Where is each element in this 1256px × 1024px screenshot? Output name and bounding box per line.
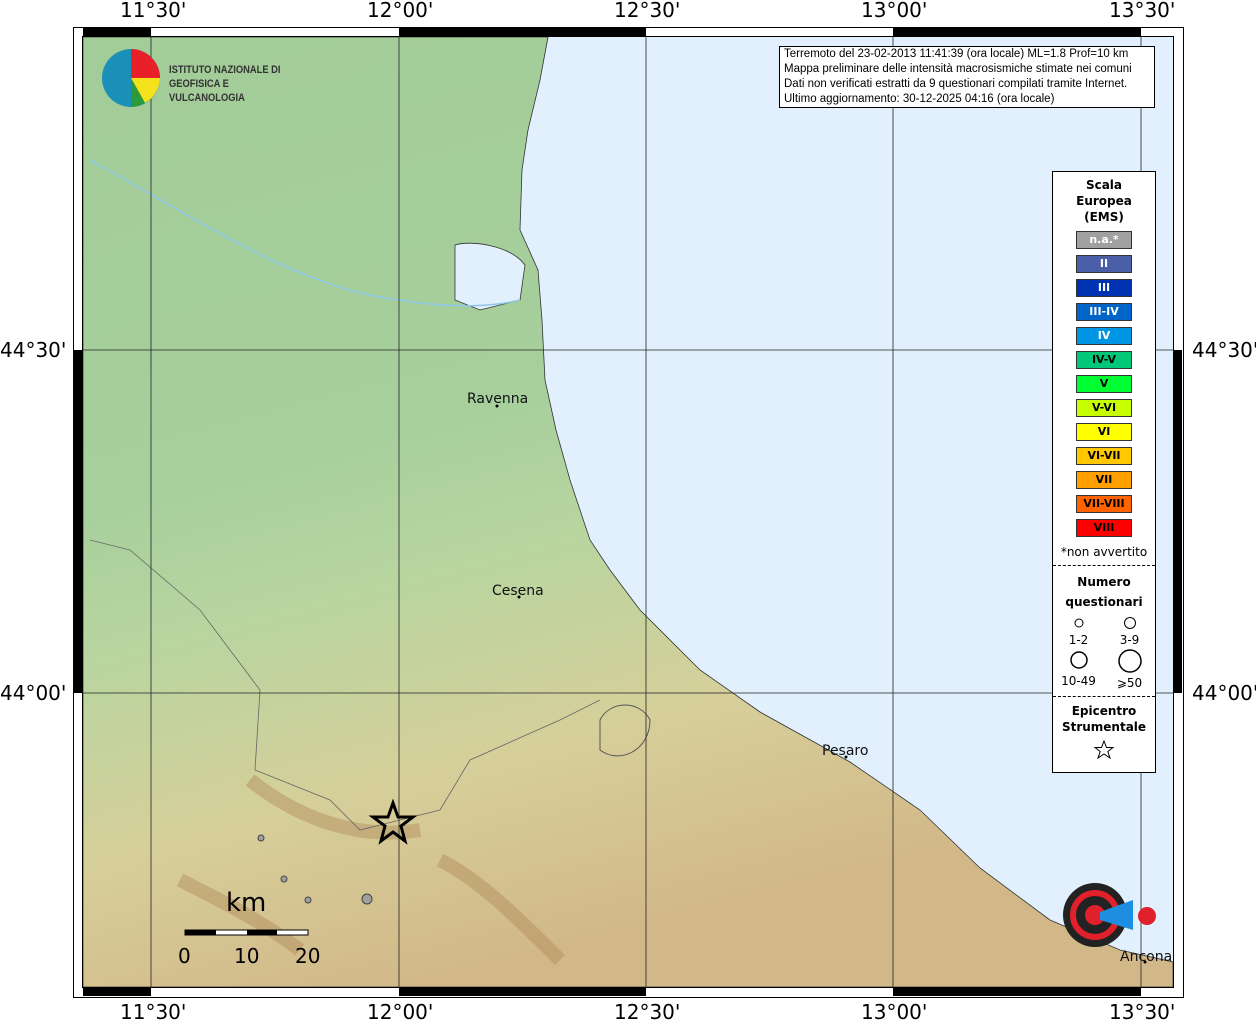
count-label: 3-9 bbox=[1119, 633, 1140, 647]
city-label-ancona: Ancona bbox=[1120, 949, 1173, 965]
divider bbox=[1053, 565, 1155, 566]
lat-label-left: 44°30' bbox=[0, 338, 67, 362]
scale-bar-unit: km bbox=[226, 888, 267, 918]
lon-label-bottom: 13°00' bbox=[861, 1000, 928, 1024]
city-label-ravenna: Ravenna bbox=[467, 391, 529, 407]
lon-label-top: 12°30' bbox=[614, 0, 681, 22]
lat-label-right: 44°30' bbox=[1192, 338, 1256, 362]
scale-bar-label: 0 bbox=[178, 944, 191, 968]
scale-bar-label: 20 bbox=[295, 944, 321, 968]
epicenter-star-icon bbox=[1093, 739, 1115, 760]
intensity-swatch: V-VI bbox=[1076, 399, 1132, 417]
scale-bar bbox=[184, 929, 309, 936]
event-info-box: Terremoto del 23-02-2013 11:41:39 (ora l… bbox=[779, 46, 1155, 108]
count-title: questionari bbox=[1065, 595, 1143, 609]
lon-label-top: 12°00' bbox=[367, 0, 434, 22]
city-label-cesena: Cesena bbox=[492, 583, 544, 599]
circle-large-icon bbox=[1069, 651, 1088, 669]
epicenter-title: Strumentale bbox=[1061, 720, 1147, 734]
lat-label-left: 44°00' bbox=[0, 681, 67, 705]
intensity-swatch: III bbox=[1076, 279, 1132, 297]
intensity-swatch: VI-VII bbox=[1076, 447, 1132, 465]
info-line: Ultimo aggiornamento: 30-12-2025 04:16 (… bbox=[784, 93, 1055, 105]
lon-label-bottom: 12°30' bbox=[614, 1000, 681, 1024]
intensity-swatch: VII-VIII bbox=[1076, 495, 1132, 513]
lon-label-bottom: 11°30' bbox=[120, 1000, 187, 1024]
circle-xlarge-icon bbox=[1117, 649, 1142, 673]
lon-label-bottom: 12°00' bbox=[367, 1000, 434, 1024]
lon-label-top: 13°00' bbox=[861, 0, 928, 22]
intensity-swatch: IV-V bbox=[1076, 351, 1132, 369]
intensity-swatch: VII bbox=[1076, 471, 1132, 489]
info-line: Dati non verificati estratti da 9 questi… bbox=[784, 78, 1128, 90]
info-line: Mappa preliminare delle intensità macros… bbox=[784, 63, 1132, 75]
circle-small-icon bbox=[1074, 618, 1083, 628]
scale-bar-label: 10 bbox=[234, 944, 260, 968]
lon-label-bottom: 13°30' bbox=[1109, 1000, 1176, 1024]
circle-medium-icon bbox=[1123, 617, 1136, 629]
lon-label-top: 13°30' bbox=[1109, 0, 1176, 22]
intensity-swatch: III-IV bbox=[1076, 303, 1132, 321]
intensity-swatch: VI bbox=[1076, 423, 1132, 441]
city-label-pesaro: Pesaro bbox=[822, 743, 869, 759]
info-line: Terremoto del 23-02-2013 11:41:39 (ora l… bbox=[784, 48, 1129, 60]
intensity-legend: Scala Europea (EMS) n.a.* II III III-IV IV IV… bbox=[1052, 171, 1156, 773]
count-label: ⩾50 bbox=[1116, 676, 1143, 690]
legend-title: (EMS) bbox=[1084, 210, 1124, 224]
count-title: Numero bbox=[1077, 575, 1131, 589]
intensity-swatch: n.a.* bbox=[1076, 231, 1132, 249]
intensity-swatch: II bbox=[1076, 255, 1132, 273]
epicenter-title: Epicentro bbox=[1071, 704, 1137, 718]
divider bbox=[1053, 696, 1155, 697]
legend-note: *non avvertito bbox=[1060, 545, 1148, 559]
intensity-swatch: V bbox=[1076, 375, 1132, 393]
count-label: 1-2 bbox=[1068, 633, 1089, 647]
lon-label-top: 11°30' bbox=[120, 0, 187, 22]
lat-label-right: 44°00' bbox=[1192, 681, 1256, 705]
ingv-logo-text: ISTITUTO NAZIONALE DI GEOFISICA E VULCAN… bbox=[169, 64, 281, 104]
legend-title: Europea bbox=[1076, 194, 1132, 208]
intensity-swatch: VIII bbox=[1076, 519, 1132, 537]
legend-title: Scala bbox=[1085, 178, 1123, 192]
ingv-logo bbox=[102, 49, 160, 107]
count-label: 10-49 bbox=[1061, 674, 1096, 688]
intensity-swatch: IV bbox=[1076, 327, 1132, 345]
